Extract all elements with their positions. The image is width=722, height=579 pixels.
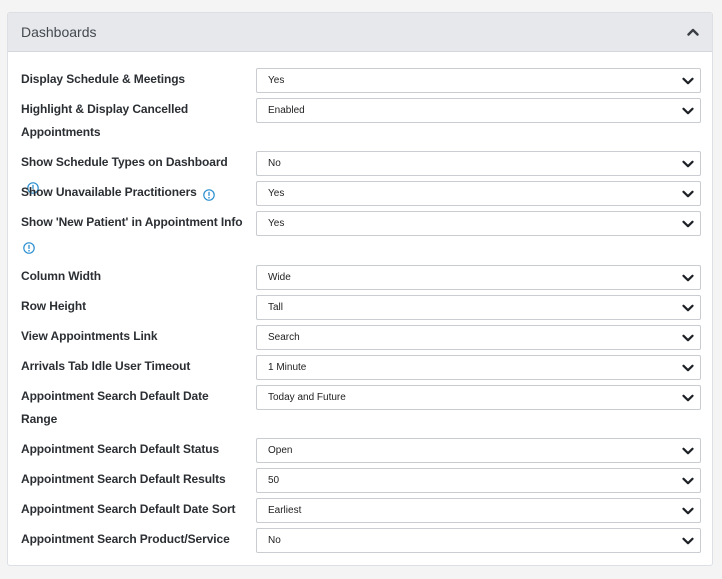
setting-select[interactable]: Tall [256, 295, 701, 320]
setting-label-text: View Appointments Link [21, 329, 158, 343]
setting-select[interactable]: Earliest [256, 498, 701, 523]
setting-select[interactable]: Open [256, 438, 701, 463]
setting-select[interactable]: 50 [256, 468, 701, 493]
select-value: No [268, 158, 281, 169]
select-value: Tall [268, 302, 284, 313]
select-value: Today and Future [268, 392, 346, 403]
setting-label: Column Width [21, 265, 243, 288]
setting-label-text: Show Unavailable Practitioners [21, 185, 197, 199]
info-icon[interactable] [202, 186, 215, 201]
setting-label: Row Height [21, 295, 243, 318]
chevron-up-icon[interactable] [686, 27, 700, 37]
chevron-down-icon [682, 77, 694, 85]
chevron-down-icon [682, 394, 694, 402]
setting-label-text: Display Schedule & Meetings [21, 72, 186, 86]
chevron-down-icon [682, 507, 694, 515]
chevron-down-icon [682, 274, 694, 282]
dashboards-panel-header[interactable]: Dashboards [8, 13, 712, 52]
setting-label-text: Show 'New Patient' in Appointment Info [21, 215, 243, 229]
setting-label-text: Appointment Search Default Date Range [21, 389, 209, 426]
setting-select[interactable]: No [256, 528, 701, 553]
setting-label-text: Column Width [21, 269, 102, 283]
setting-label: View Appointments Link [21, 325, 243, 348]
setting-label: Appointment Search Product/Service [21, 528, 243, 551]
select-value: Enabled [268, 105, 305, 116]
setting-select[interactable]: 1 Minute [256, 355, 701, 380]
select-value: Search [268, 332, 300, 343]
chevron-down-icon [682, 220, 694, 228]
chevron-down-icon [682, 107, 694, 115]
select-value: Yes [268, 188, 285, 199]
chevron-down-icon [682, 190, 694, 198]
setting-label: Appointment Search Default Status [21, 438, 243, 461]
setting-label: Appointment Search Default Date Sort [21, 498, 243, 521]
setting-select[interactable]: Enabled [256, 98, 701, 123]
select-value: 50 [268, 475, 280, 486]
setting-label-text: Row Height [21, 299, 86, 313]
panel-title: Dashboards [21, 24, 97, 40]
setting-label: Show 'New Patient' in Appointment Info [21, 211, 243, 257]
select-value: Open [268, 445, 293, 456]
setting-label-text: Show Schedule Types on Dashboard [21, 155, 228, 169]
dashboards-panel: Dashboards Display Schedule & Meetings Ye… [7, 12, 713, 566]
chevron-down-icon [682, 537, 694, 545]
setting-select[interactable]: Wide [256, 265, 701, 290]
chevron-down-icon [682, 334, 694, 342]
setting-select[interactable]: Search [256, 325, 701, 350]
setting-select[interactable]: Today and Future [256, 385, 701, 410]
chevron-down-icon [682, 477, 694, 485]
setting-label: Display Schedule & Meetings [21, 68, 243, 91]
setting-label-text: Appointment Search Default Results [21, 472, 226, 486]
setting-label-text: Appointment Search Product/Service [21, 532, 230, 546]
setting-label: Appointment Search Default Results [21, 468, 243, 491]
select-value: Yes [268, 75, 285, 86]
setting-label-text: Appointment Search Default Date Sort [21, 502, 236, 516]
setting-select[interactable]: No [256, 151, 701, 176]
setting-label: Highlight & Display Cancelled Appointment… [21, 98, 243, 144]
select-value: 1 Minute [268, 362, 307, 373]
setting-select[interactable]: Yes [256, 211, 701, 236]
setting-label-text: Appointment Search Default Status [21, 442, 220, 456]
setting-label-text: Arrivals Tab Idle User Timeout [21, 359, 191, 373]
chevron-down-icon [682, 160, 694, 168]
select-value: Wide [268, 272, 291, 283]
select-value: Yes [268, 218, 285, 229]
setting-select[interactable]: Yes [256, 181, 701, 206]
setting-label: Arrivals Tab Idle User Timeout [21, 355, 243, 378]
setting-select[interactable]: Yes [256, 68, 701, 93]
select-value: No [268, 535, 281, 546]
setting-label: Appointment Search Default Date Range [21, 385, 243, 431]
setting-label-text: Highlight & Display Cancelled Appointment… [21, 102, 189, 139]
chevron-down-icon [682, 447, 694, 455]
info-icon[interactable] [23, 239, 35, 254]
select-value: Earliest [268, 505, 302, 516]
chevron-down-icon [682, 304, 694, 312]
chevron-down-icon [682, 364, 694, 372]
setting-label: Show Unavailable Practitioners [21, 181, 243, 204]
